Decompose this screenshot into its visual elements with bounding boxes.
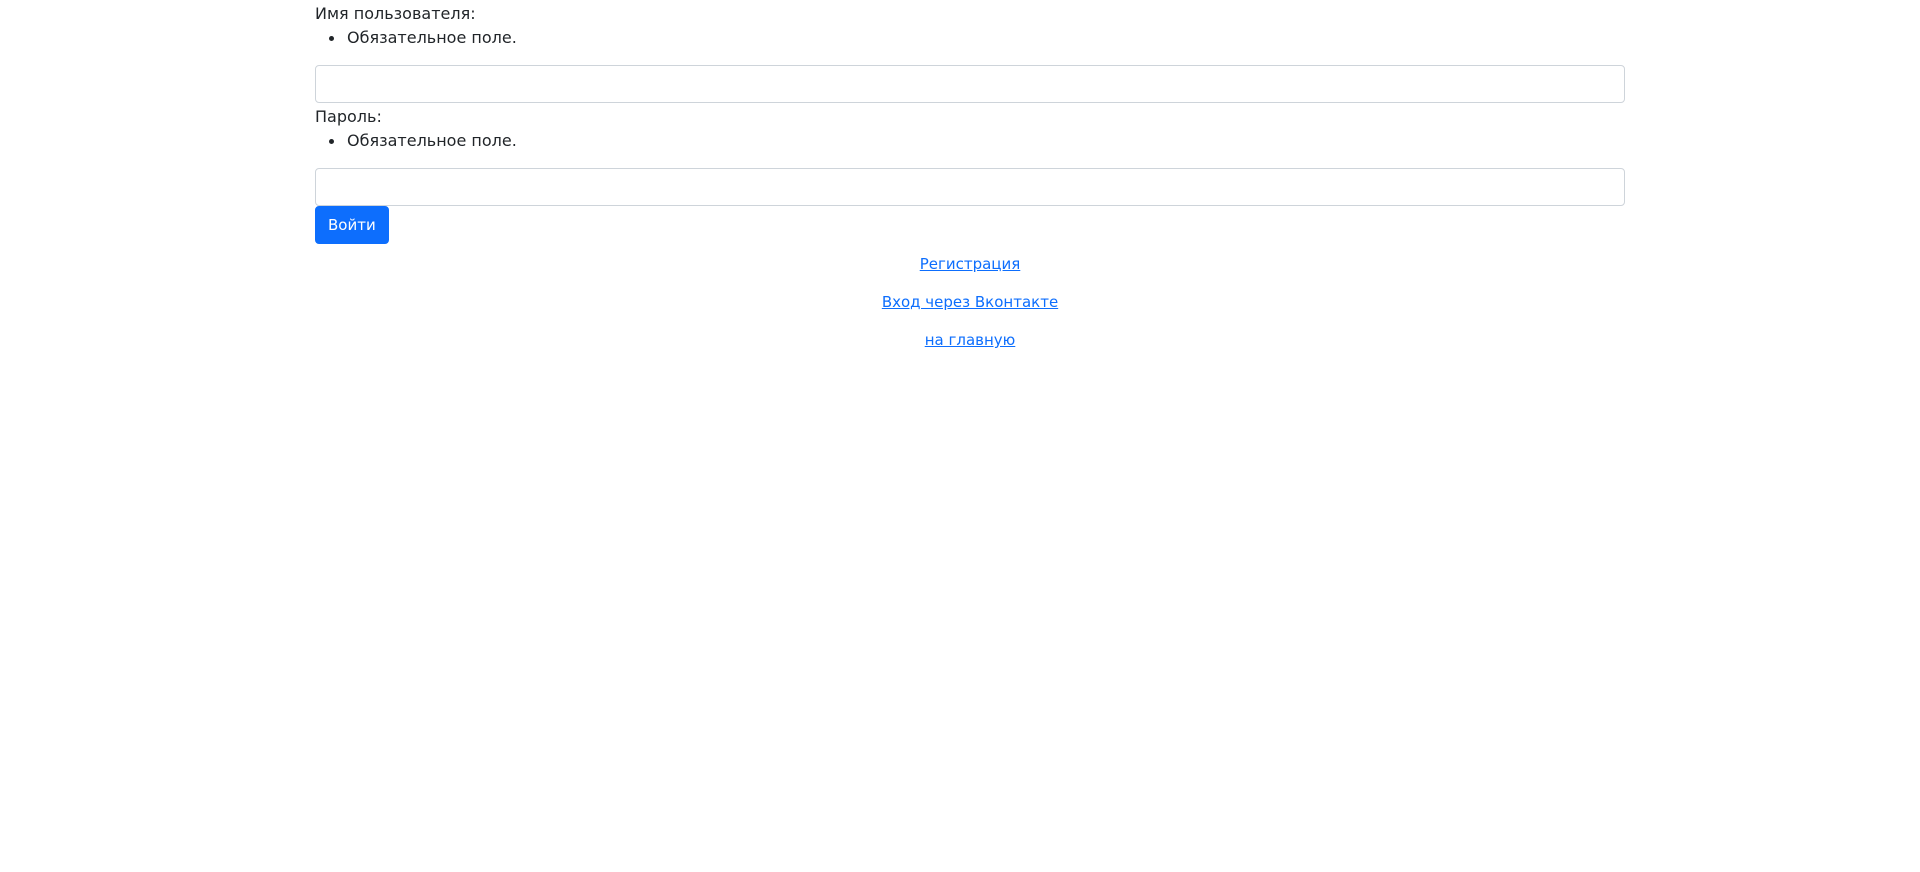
login-form: Имя пользователя: Обязательное поле. Пар… <box>315 0 1625 364</box>
link-row: Вход через Вконтакте <box>315 288 1625 326</box>
username-error-list: Обязательное поле. <box>315 26 1625 50</box>
username-error: Обязательное поле. <box>315 26 1625 50</box>
username-input[interactable] <box>315 65 1625 103</box>
password-error-list: Обязательное поле. <box>315 129 1625 153</box>
password-error: Обязательное поле. <box>315 129 1625 153</box>
register-link[interactable]: Регистрация <box>920 255 1021 273</box>
home-link[interactable]: на главную <box>925 331 1016 349</box>
login-button[interactable]: Войти <box>315 206 389 244</box>
password-label: Пароль: <box>315 107 382 126</box>
vk-login-link[interactable]: Вход через Вконтакте <box>882 293 1058 311</box>
password-input[interactable] <box>315 168 1625 206</box>
link-row: на главную <box>315 326 1625 364</box>
username-label: Имя пользователя: <box>315 4 476 23</box>
link-row: Регистрация <box>315 250 1625 288</box>
auth-links: Регистрация Вход через Вконтакте на глав… <box>315 250 1625 364</box>
